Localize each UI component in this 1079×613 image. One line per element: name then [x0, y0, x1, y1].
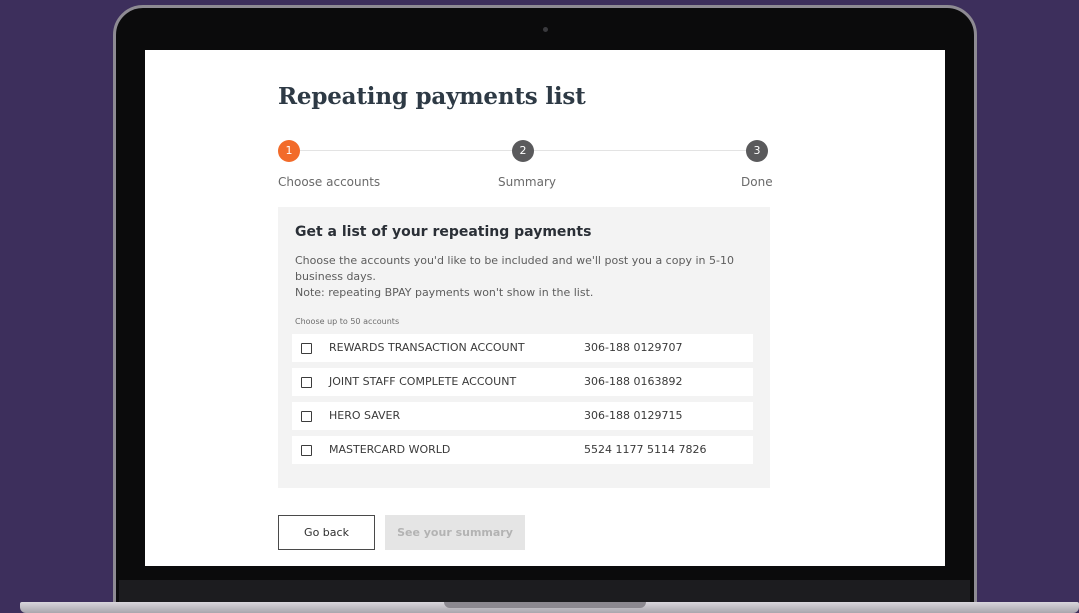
account-checkbox[interactable]	[301, 343, 312, 354]
account-row[interactable]: REWARDS TRANSACTION ACCOUNT 306-188 0129…	[292, 334, 753, 362]
account-limit-hint: Choose up to 50 accounts	[295, 317, 400, 326]
panel-description-line1: Choose the accounts you'd like to be inc…	[295, 254, 734, 283]
step-2-label: Summary	[498, 175, 556, 189]
panel-heading: Get a list of your repeating payments	[295, 224, 592, 240]
account-checkbox[interactable]	[301, 411, 312, 422]
app-screen: Repeating payments list 1 2 3 Choose acc…	[145, 50, 945, 566]
step-3-label: Done	[741, 175, 773, 189]
step-1-label: Choose accounts	[278, 175, 381, 189]
panel-description: Choose the accounts you'd like to be inc…	[295, 253, 735, 301]
account-number: 306-188 0129707	[584, 341, 683, 354]
account-row[interactable]: JOINT STAFF COMPLETE ACCOUNT 306-188 016…	[292, 368, 753, 396]
laptop-chin	[119, 580, 970, 602]
step-1-indicator: 1	[278, 140, 300, 162]
account-checkbox[interactable]	[301, 445, 312, 456]
account-number: 306-188 0163892	[584, 375, 683, 388]
account-row[interactable]: HERO SAVER 306-188 0129715	[292, 402, 753, 430]
page-title: Repeating payments list	[278, 83, 586, 110]
go-back-button[interactable]: Go back	[278, 515, 375, 550]
account-number: 5524 1177 5114 7826	[584, 443, 707, 456]
laptop-notch	[444, 602, 646, 608]
account-name: MASTERCARD WORLD	[329, 443, 451, 456]
step-3-indicator: 3	[746, 140, 768, 162]
account-checkbox[interactable]	[301, 377, 312, 388]
account-number: 306-188 0129715	[584, 409, 683, 422]
step-2-indicator: 2	[512, 140, 534, 162]
account-row[interactable]: MASTERCARD WORLD 5524 1177 5114 7826	[292, 436, 753, 464]
account-name: REWARDS TRANSACTION ACCOUNT	[329, 341, 525, 354]
camera-dot	[543, 27, 548, 32]
account-selection-panel: Get a list of your repeating payments Ch…	[278, 207, 770, 488]
panel-description-note: Note: repeating BPAY payments won't show…	[295, 286, 594, 299]
account-name: HERO SAVER	[329, 409, 401, 422]
see-summary-button[interactable]: See your summary	[385, 515, 525, 550]
account-list: REWARDS TRANSACTION ACCOUNT 306-188 0129…	[292, 334, 753, 470]
account-name: JOINT STAFF COMPLETE ACCOUNT	[329, 375, 517, 388]
